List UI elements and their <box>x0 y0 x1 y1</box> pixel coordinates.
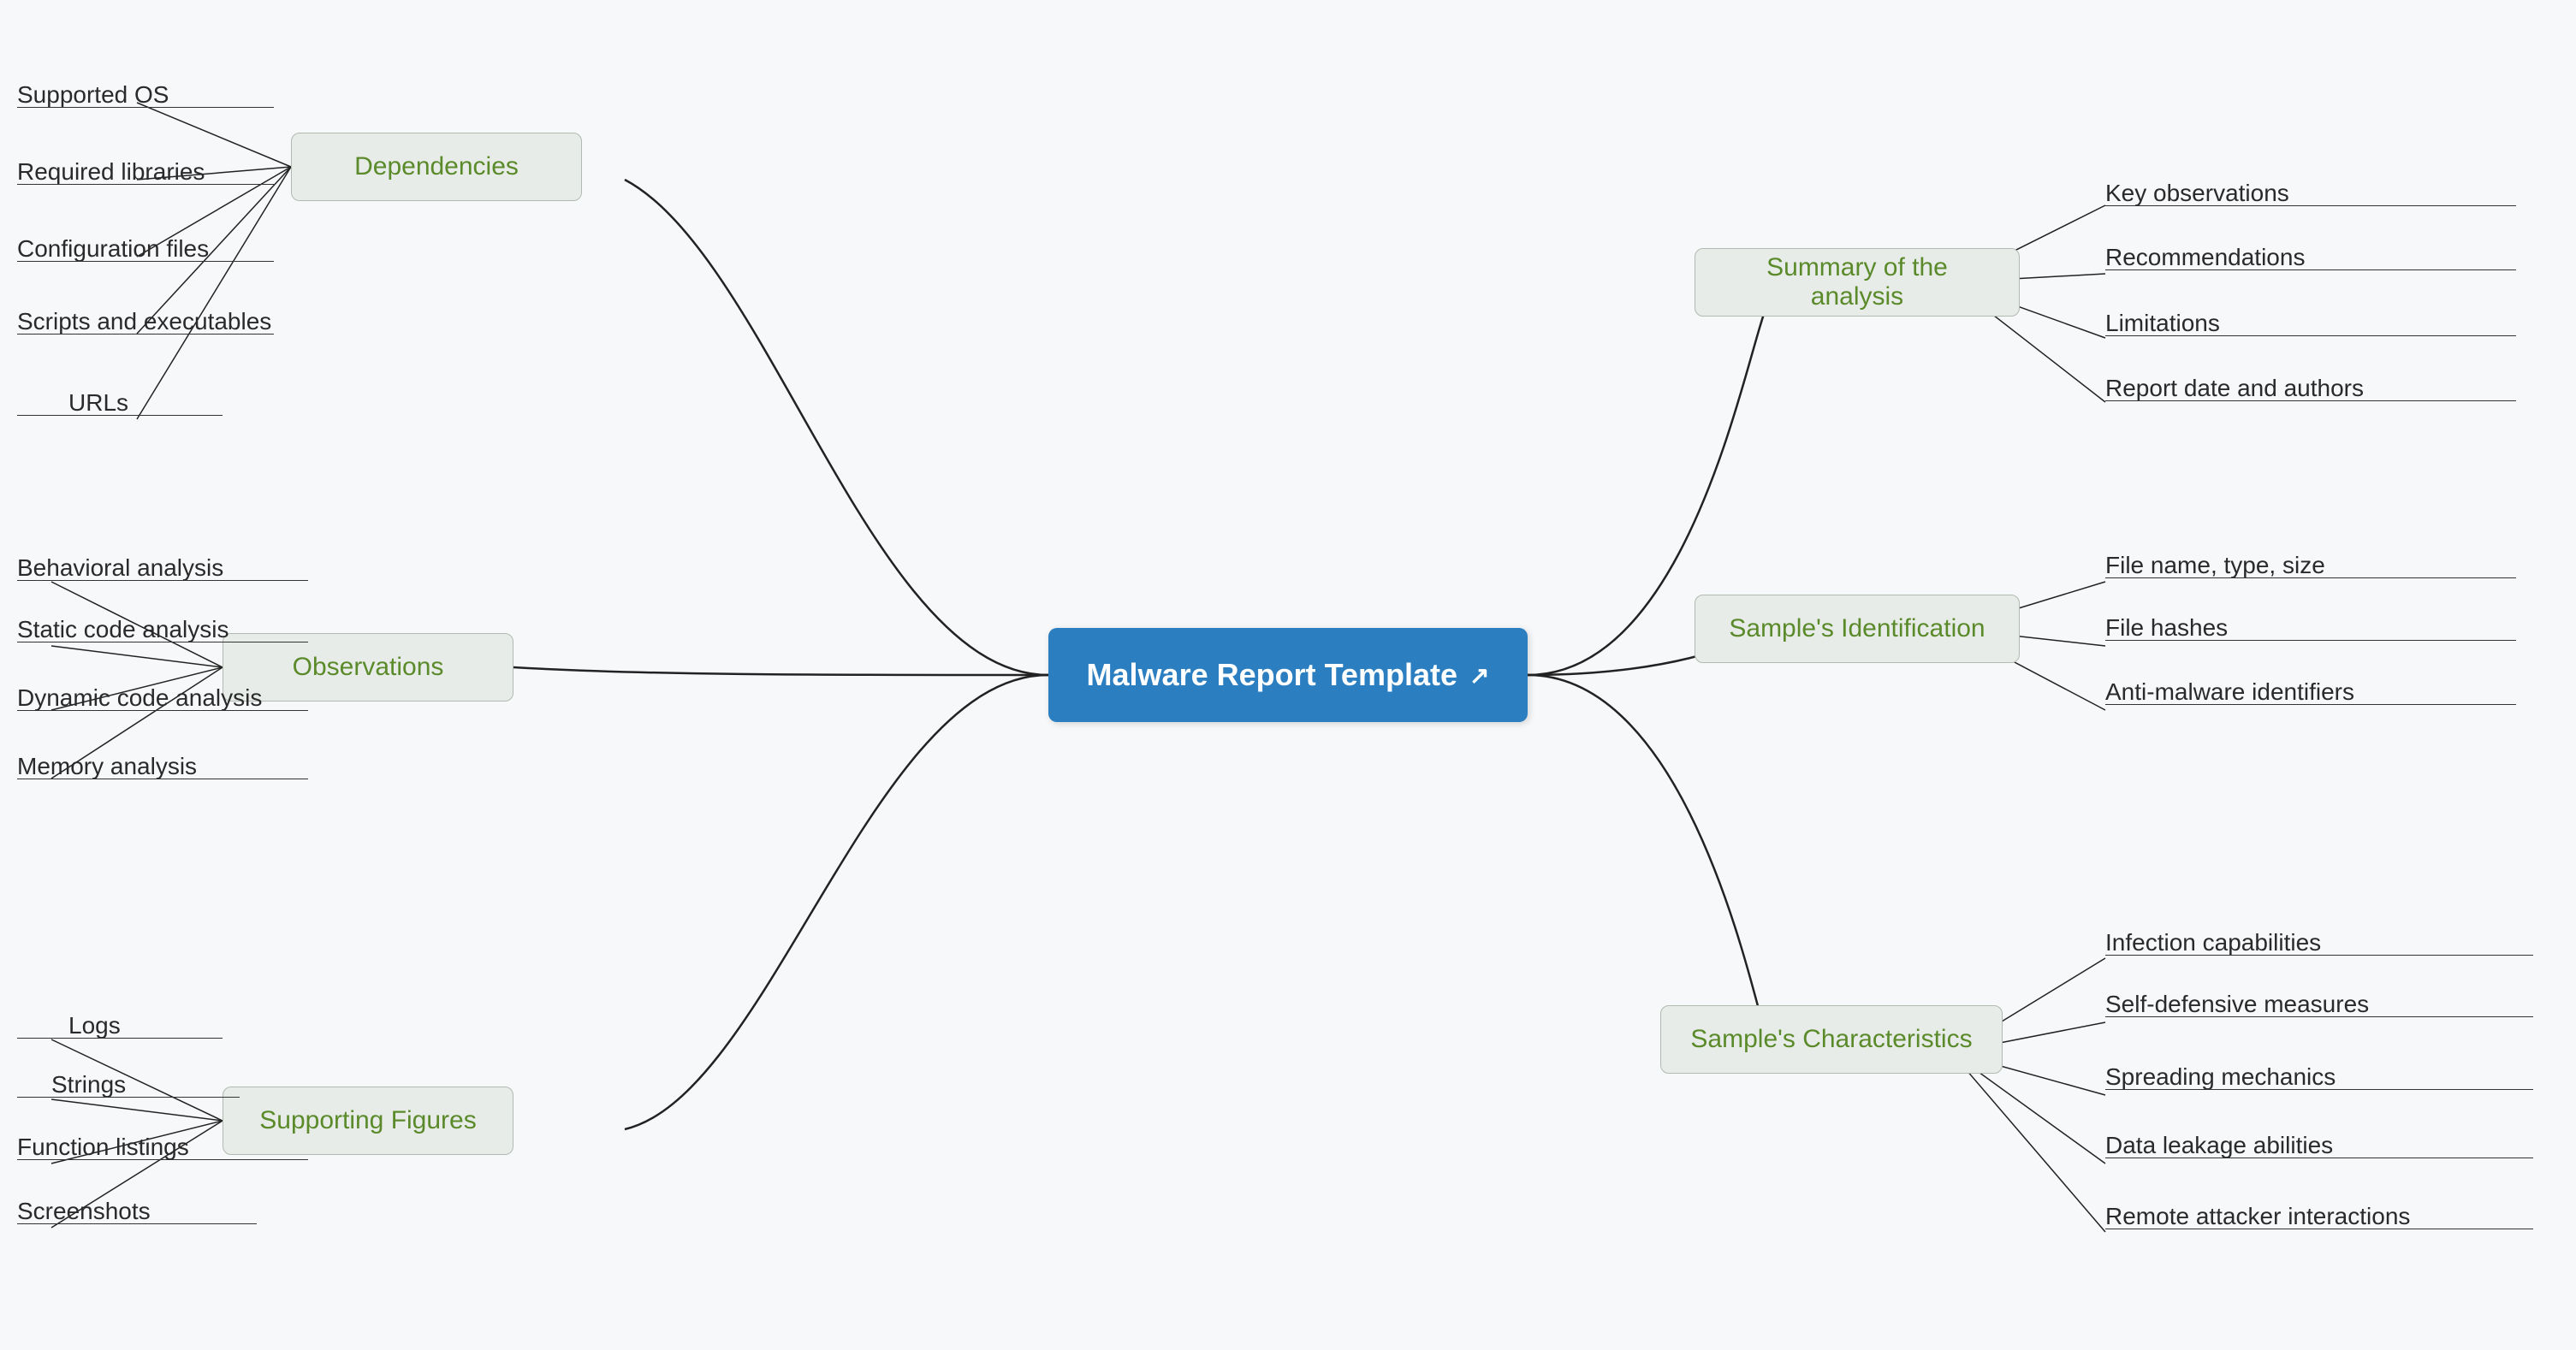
external-link-icon: ↗ <box>1469 661 1489 690</box>
leaf-screenshots: Screenshots <box>17 1198 151 1225</box>
leaf-limitations: Limitations <box>2105 310 2220 337</box>
supporting-label: Supporting Figures <box>259 1106 476 1135</box>
leaf-static-code: Static code analysis <box>17 616 229 643</box>
branch-supporting[interactable]: Supporting Figures <box>223 1087 513 1155</box>
leaf-file-name: File name, type, size <box>2105 552 2325 579</box>
branch-identification[interactable]: Sample's Identification <box>1695 595 2020 663</box>
leaf-strings: Strings <box>51 1071 126 1098</box>
leaf-antimalware: Anti-malware identifiers <box>2105 678 2354 706</box>
characteristics-label: Sample's Characteristics <box>1690 1025 1972 1054</box>
branch-observations[interactable]: Observations <box>223 633 513 702</box>
leaf-spreading: Spreading mechanics <box>2105 1063 2336 1091</box>
dependencies-label: Dependencies <box>354 152 519 181</box>
leaf-file-hashes: File hashes <box>2105 614 2228 642</box>
leaf-required-libs: Required libraries <box>17 158 205 186</box>
leaf-memory-analysis: Memory analysis <box>17 753 197 780</box>
summary-label: Summary of the analysis <box>1719 253 1995 311</box>
leaf-report-date: Report date and authors <box>2105 375 2364 402</box>
leaf-config-files: Configuration files <box>17 235 209 263</box>
leaf-data-leakage: Data leakage abilities <box>2105 1132 2333 1159</box>
leaf-function-listings: Function listings <box>17 1134 189 1161</box>
leaf-dynamic-code: Dynamic code analysis <box>17 684 262 712</box>
leaf-scripts-exec: Scripts and executables <box>17 308 271 335</box>
leaf-logs: Logs <box>68 1012 121 1039</box>
center-node[interactable]: Malware Report Template ↗ <box>1048 628 1528 722</box>
center-label: Malware Report Template <box>1087 657 1457 693</box>
leaf-recommendations: Recommendations <box>2105 244 2305 271</box>
leaf-self-defensive: Self-defensive measures <box>2105 991 2369 1018</box>
leaf-key-obs: Key observations <box>2105 180 2289 207</box>
branch-summary[interactable]: Summary of the analysis <box>1695 248 2020 317</box>
leaf-urls: URLs <box>68 389 128 417</box>
mindmap-container: Malware Report Template ↗ Dependencies S… <box>0 0 2576 1350</box>
leaf-remote-attacker: Remote attacker interactions <box>2105 1203 2410 1230</box>
branch-dependencies[interactable]: Dependencies <box>291 133 582 201</box>
observations-label: Observations <box>293 653 444 682</box>
leaf-supported-os: Supported OS <box>17 81 169 109</box>
leaf-behavioral: Behavioral analysis <box>17 554 223 582</box>
identification-label: Sample's Identification <box>1729 614 1985 643</box>
leaf-infection: Infection capabilities <box>2105 929 2321 956</box>
branch-characteristics[interactable]: Sample's Characteristics <box>1660 1005 2003 1074</box>
